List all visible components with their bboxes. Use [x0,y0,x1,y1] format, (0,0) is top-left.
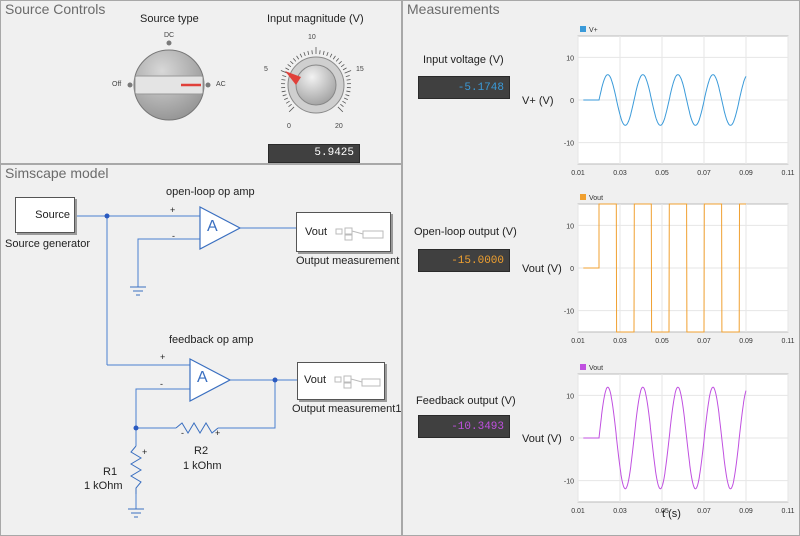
source-controls-panel: Source Controls Source type DC Off AC In… [0,0,402,164]
r1-value: 1 kOhm [84,480,123,492]
chart-ytick-label: 10 [566,223,574,230]
chart-xtick-label: 0.07 [697,170,711,177]
output-measurement-caption: Output measurement [296,255,400,267]
x-axis-label: t (s) [662,508,681,520]
chart-xtick-label: 0.11 [781,338,794,345]
output-measurement1-vout: Vout [304,374,327,386]
subsystem-icon-2 [334,375,381,389]
r2-name: R2 [194,445,209,457]
chart-ytick-label: -10 [564,309,574,316]
r2-plus: + [215,428,221,438]
chart-legend-swatch [580,26,586,32]
measurement-charts: 0.01 0.03 0.05 0.07 0.09 0.11100-10V+ (V)V+0.… [522,26,795,515]
r1-plus: + [142,447,148,457]
chart-ytick-label: -10 [564,141,574,148]
feedback-caption: feedback op amp [169,334,254,346]
chart-legend-swatch [580,194,586,200]
magnitude-tick-5: 5 [264,66,268,73]
openloop-plus: + [170,205,176,215]
ground-icon-2 [128,508,144,518]
chart-ytick-label: 10 [566,393,574,400]
switch-dot-dc [166,40,172,46]
source-type-label: Source type [140,13,199,25]
openloop-minus: - [172,231,175,241]
output-measurement1-caption: Output measurement1 [292,403,402,415]
source-type-option-off[interactable]: Off [112,81,121,88]
r2-minus: - [181,428,184,438]
r2-value: 1 kOhm [183,460,222,472]
source-generator-caption: Source generator [5,238,90,250]
chart-legend-swatch [580,364,586,370]
chart-ytick-label: 0 [570,266,574,273]
chart-xtick-label: 0.01 [571,170,585,177]
openloop-opamp [199,206,242,250]
input-magnitude-knob[interactable] [271,39,361,129]
feedback-output-display: -10.3493 [418,415,510,438]
input-voltage-label: Input voltage (V) [423,54,504,66]
chart-ytick-label: 10 [566,55,574,62]
feedback-minus: - [160,379,163,389]
chart-xtick-label: 0.05 [655,338,669,345]
chart-legend-label: Vout [589,195,603,202]
chart-xtick-label: 0.07 [697,508,711,515]
chart-ytick-label: -10 [564,479,574,486]
feedback-opamp [189,358,232,402]
chart-ylabel: Vout (V) [522,263,562,275]
output-measurement1-block[interactable]: Vout [297,362,385,400]
input-magnitude-label: Input magnitude (V) [267,13,364,25]
source-type-option-dc[interactable]: DC [164,32,174,39]
chart-1: 0.01 0.03 0.05 0.07 0.09 0.11 10 0 -10 Vout (V) Vo… [522,194,795,345]
measurements-title: Measurements [407,1,500,17]
source-type-rotary-switch[interactable] [121,39,221,129]
chart-legend-label: Vout [589,365,603,372]
chart-xtick-label: 0.09 [739,338,753,345]
openloop-opamp-symbol: A [207,218,218,235]
feedback-plus: + [160,352,166,362]
chart-xtick-label: 0.07 [697,338,711,345]
openloop-output-display: -15.0000 [418,249,510,272]
openloop-output-label: Open-loop output (V) [414,226,517,238]
chart-legend-label: V+ [589,27,598,34]
output-measurement-vout: Vout [305,226,328,238]
chart-xtick-label: 0.03 [613,170,627,177]
chart-xtick-label: 0.11 [781,508,794,515]
feedback-output-label: Feedback output (V) [416,395,516,407]
chart-xtick-label: 0.03 [613,508,627,515]
output-measurement-block[interactable]: Vout [296,212,391,252]
feedback-opamp-symbol: A [197,369,208,386]
subsystem-icon [335,227,384,241]
source-controls-title: Source Controls [5,1,106,17]
r1-resistor [130,445,142,494]
switch-dot-off [127,82,133,88]
input-magnitude-display: 5.9425 [268,144,360,163]
ground-icon [130,286,146,296]
chart-xtick-label: 0.03 [613,338,627,345]
chart-xtick-label: 0.05 [655,170,669,177]
source-generator-block[interactable]: Source [15,197,75,233]
chart-xtick-label: 0.01 [571,508,585,515]
chart-ytick-label: 0 [570,98,574,105]
chart-ylabel: V+ (V) [522,95,553,107]
source-block-label: Source [35,209,70,221]
r1-name: R1 [103,466,118,478]
chart-0: 0.01 0.03 0.05 0.07 0.09 0.11 10 0 -10 V+ (V) V+ [522,26,795,177]
chart-2: 0.01 0.03 0.05 0.07 0.09 0.11100-10Vout (V)Vo… [522,364,795,515]
input-voltage-display: -5.1748 [418,76,510,99]
chart-ytick-label: 0 [570,436,574,443]
chart-xtick-label: 0.11 [781,170,794,177]
switch-dot-ac [205,82,211,88]
openloop-caption: open-loop op amp [166,186,255,198]
chart-xtick-label: 0.09 [739,170,753,177]
chart-xtick-label: 0.09 [739,508,753,515]
chart-ylabel: Vout (V) [522,433,562,445]
chart-xtick-label: 0.01 [571,338,585,345]
